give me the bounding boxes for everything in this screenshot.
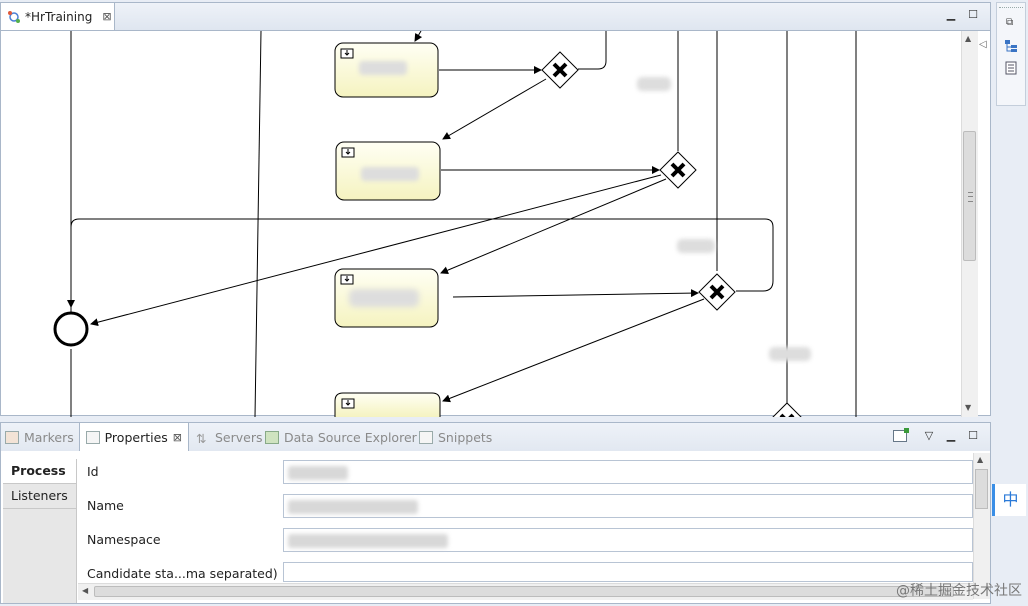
scroll-up-icon[interactable]: ▲ xyxy=(977,455,983,464)
editor-tab-hrtraining[interactable]: *HrTraining ⊠ xyxy=(1,3,115,30)
user-task[interactable] xyxy=(334,42,439,98)
data-source-icon xyxy=(265,430,279,444)
tab-label: Data Source Explorer xyxy=(284,429,417,445)
panel-tab-bar: Markers Properties ⊠ ⇅ Servers Data Sour… xyxy=(1,423,990,451)
side-palette: ⧉ xyxy=(996,2,1026,106)
exclusive-gateway[interactable] xyxy=(698,273,736,311)
pin-view-icon[interactable] xyxy=(893,428,909,442)
close-icon[interactable]: ⊠ xyxy=(173,431,182,444)
scroll-left-icon[interactable]: ◀ xyxy=(82,586,88,595)
editor-tab-bar: *HrTraining ⊠ ▁ ☐ xyxy=(1,3,990,31)
tab-data-source-explorer[interactable]: Data Source Explorer xyxy=(265,423,417,451)
sequence-flow xyxy=(442,298,705,403)
scroll-thumb[interactable] xyxy=(975,469,988,509)
panel-horizontal-scrollbar[interactable]: ◀ xyxy=(78,583,973,600)
tab-label: Markers xyxy=(24,429,74,445)
restore-icon[interactable]: ⧉ xyxy=(1006,17,1013,28)
minimize-icon[interactable]: ▁ xyxy=(945,430,957,442)
sequence-flow xyxy=(452,289,699,298)
exclusive-gateway[interactable] xyxy=(769,402,805,417)
bpmn-canvas[interactable] xyxy=(1,31,961,417)
scroll-thumb[interactable] xyxy=(94,586,954,597)
close-icon[interactable]: ⊠ xyxy=(102,10,111,23)
maximize-icon[interactable]: ☐ xyxy=(967,9,979,21)
ime-indicator[interactable]: 中 xyxy=(992,484,1026,516)
editor-vertical-scrollbar[interactable]: ▲ ▼ xyxy=(961,31,978,417)
field-label-namespace: Namespace xyxy=(87,532,161,547)
scroll-down-icon[interactable]: ▼ xyxy=(965,403,971,412)
sidebar-item-process[interactable]: Process xyxy=(3,459,76,484)
tab-label: Servers xyxy=(215,429,263,445)
exclusive-gateway[interactable] xyxy=(659,151,697,189)
sequence-flow xyxy=(578,31,607,70)
scroll-up-icon[interactable]: ▲ xyxy=(965,34,971,43)
user-task[interactable] xyxy=(335,141,441,201)
sequence-flow xyxy=(440,178,667,274)
candidate-starters-field[interactable] xyxy=(283,562,973,582)
process-file-icon xyxy=(7,10,21,24)
properties-sidebar: Process Listeners xyxy=(3,459,77,603)
tab-label: Snippets xyxy=(438,429,493,445)
markers-icon xyxy=(5,430,19,444)
sequence-flow xyxy=(442,78,547,140)
diagram-editor: *HrTraining ⊠ ▁ ☐ ▲ ▼ ◁ xyxy=(0,2,991,417)
field-label-candidate-starters: Candidate sta...ma separated) xyxy=(87,566,278,581)
outline-icon[interactable] xyxy=(1004,39,1018,56)
maximize-icon[interactable]: ☐ xyxy=(967,430,979,442)
id-field[interactable] xyxy=(283,460,973,484)
user-task[interactable] xyxy=(334,268,439,328)
sidebar-item-listeners[interactable]: Listeners xyxy=(3,484,76,509)
panel-vertical-scrollbar[interactable]: ▲ xyxy=(973,453,990,599)
properties-panel: Markers Properties ⊠ ⇅ Servers Data Sour… xyxy=(0,422,991,604)
namespace-field[interactable] xyxy=(283,528,973,552)
properties-icon xyxy=(86,430,100,444)
field-label-id: Id xyxy=(87,464,99,479)
minimize-icon[interactable]: ▁ xyxy=(945,9,957,21)
document-icon[interactable] xyxy=(1005,61,1017,78)
blurred-label xyxy=(769,347,811,361)
exclusive-gateway[interactable] xyxy=(541,51,579,89)
tab-servers[interactable]: ⇅ Servers xyxy=(196,423,263,451)
name-field[interactable] xyxy=(283,494,973,518)
view-menu-icon[interactable]: ▽ xyxy=(923,430,935,442)
user-task[interactable] xyxy=(334,392,441,417)
lane-line xyxy=(254,31,262,417)
end-event[interactable] xyxy=(53,311,89,347)
blurred-label xyxy=(637,77,671,91)
editor-tab-label: *HrTraining xyxy=(25,9,93,24)
watermark: @稀土掘金技术社区 xyxy=(896,583,1022,599)
scroll-thumb[interactable] xyxy=(963,131,976,261)
servers-icon: ⇅ xyxy=(196,430,207,446)
tab-snippets[interactable]: Snippets xyxy=(419,423,492,451)
tab-properties[interactable]: Properties ⊠ xyxy=(79,423,189,451)
field-label-name: Name xyxy=(87,498,124,513)
tab-label: Properties xyxy=(104,429,168,445)
snippets-icon xyxy=(419,430,433,444)
tab-markers[interactable]: Markers xyxy=(5,423,74,451)
blurred-label xyxy=(677,239,715,253)
sequence-flow xyxy=(414,31,423,42)
palette-toggle-icon[interactable]: ◁ xyxy=(979,39,989,53)
